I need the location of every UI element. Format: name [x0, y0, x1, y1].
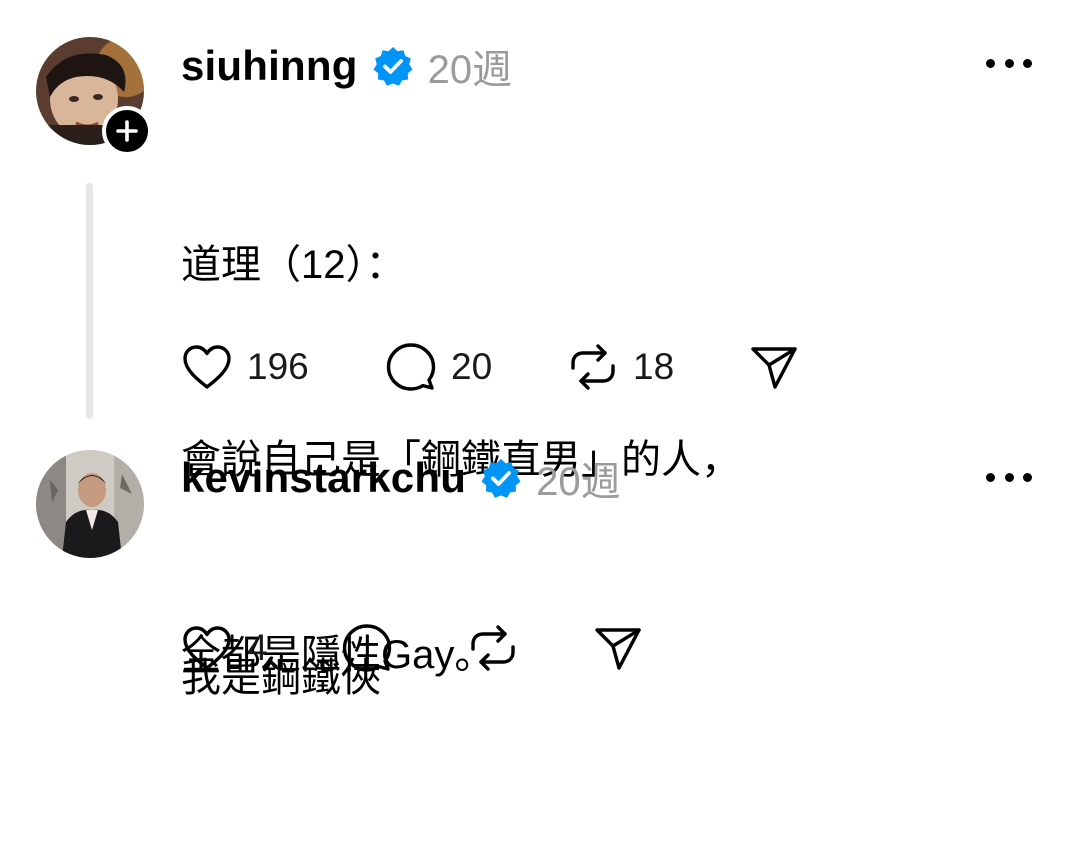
- comment-button[interactable]: [341, 618, 393, 678]
- repost-button[interactable]: 18: [567, 337, 674, 397]
- thread-line: [86, 183, 93, 419]
- comment-count: 20: [451, 346, 493, 387]
- post-time: 20週: [427, 48, 513, 92]
- share-button[interactable]: [749, 337, 799, 397]
- verified-badge-icon: [480, 457, 522, 499]
- post-text: 我是鋼鐵俠: [181, 516, 381, 841]
- repost-icon: [571, 344, 615, 390]
- verified-badge-icon: [372, 45, 414, 87]
- repost-count: 18: [633, 346, 675, 387]
- more-dots-icon: [986, 472, 995, 482]
- share-button[interactable]: [593, 618, 643, 678]
- more-options-button[interactable]: [986, 467, 1032, 487]
- username[interactable]: kevinstarkchu: [181, 454, 466, 502]
- username[interactable]: siuhinng: [181, 42, 358, 90]
- like-count: 196: [247, 346, 309, 387]
- comment-bubble-icon: [342, 624, 392, 672]
- comment-button[interactable]: 20: [385, 337, 492, 397]
- like-button[interactable]: 196: [181, 337, 309, 397]
- follow-button[interactable]: [102, 106, 152, 156]
- plus-icon: [116, 120, 138, 142]
- post-header: siuhinng 20週: [181, 38, 512, 94]
- comment-bubble-icon: [386, 343, 436, 391]
- more-dots-icon: [986, 58, 995, 68]
- avatar[interactable]: [36, 450, 144, 558]
- send-icon: [751, 347, 797, 389]
- heart-icon: [183, 626, 231, 670]
- repost-button[interactable]: [467, 618, 519, 678]
- like-count: 4: [247, 627, 268, 668]
- repost-icon: [471, 625, 515, 671]
- more-options-button[interactable]: [986, 53, 1032, 73]
- send-icon: [595, 628, 641, 670]
- post-text-line: 道理（12）：: [181, 243, 406, 287]
- like-button[interactable]: 4: [181, 618, 268, 678]
- post-time: 20週: [536, 460, 621, 504]
- heart-icon: [183, 345, 231, 389]
- post-header: kevinstarkchu 20週: [181, 450, 621, 506]
